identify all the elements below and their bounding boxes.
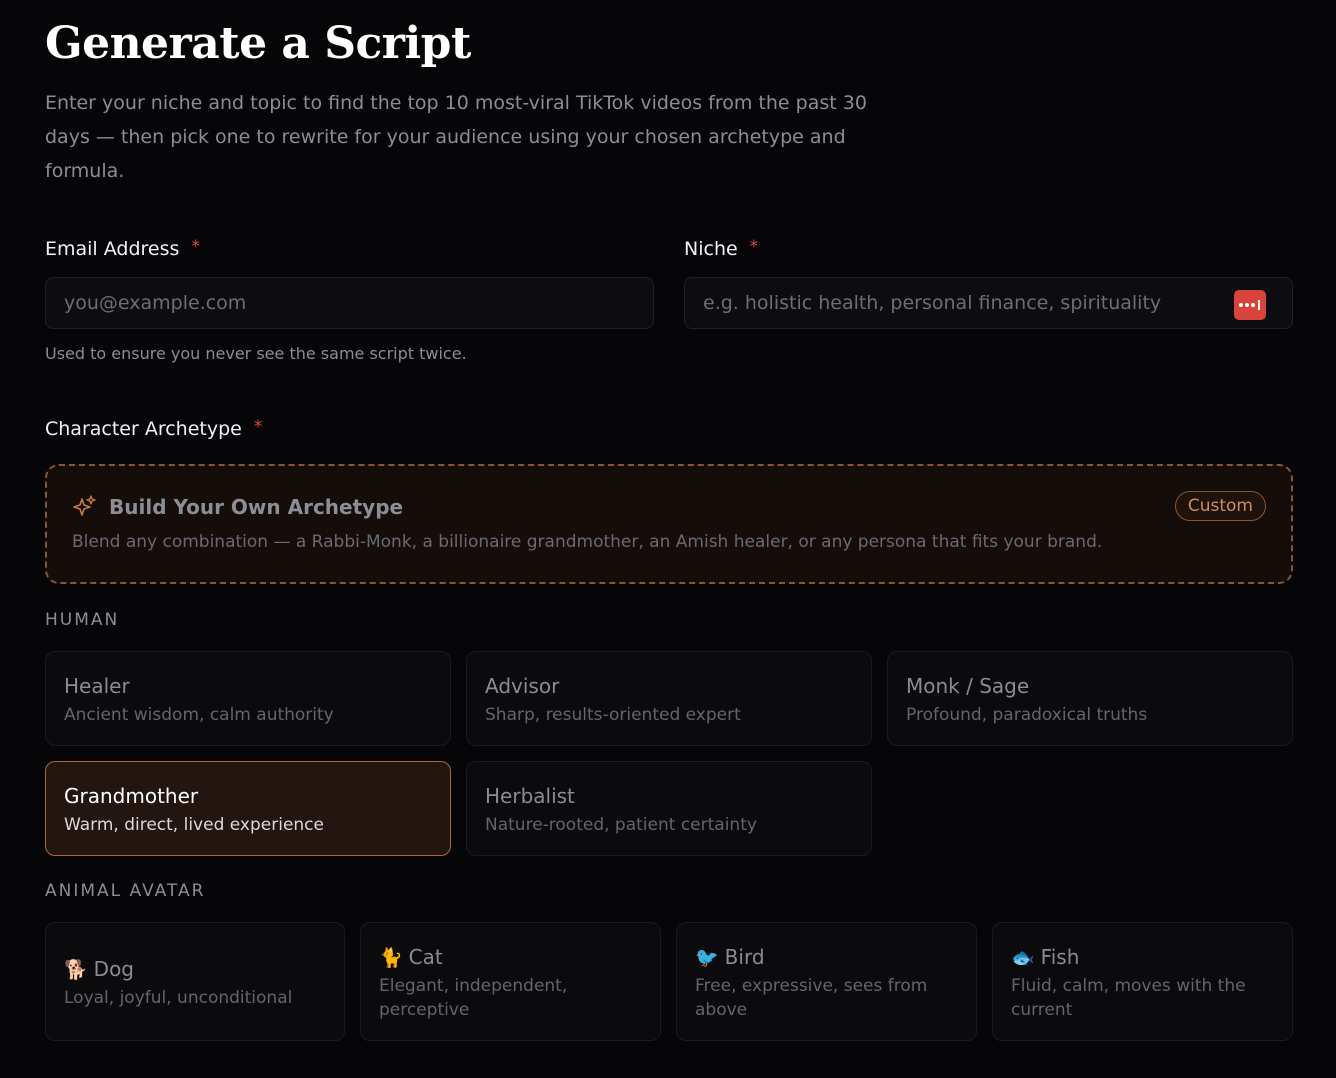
animal-card-fish[interactable]: 🐟 Fish Fluid, calm, moves with the curren…	[992, 922, 1293, 1041]
email-field[interactable]	[46, 278, 653, 328]
page-subtitle: Enter your niche and topic to find the t…	[45, 92, 867, 182]
custom-badge: Custom	[1174, 491, 1266, 521]
animal-title: 🐦 Bird	[695, 945, 765, 969]
bird-icon: 🐦	[695, 947, 719, 969]
animal-title: 🐈 Cat	[379, 945, 443, 969]
archetype-card-advisor[interactable]: Advisor Sharp, results-oriented expert	[466, 651, 872, 746]
archetype-card-herbalist[interactable]: Herbalist Nature-rooted, patient certain…	[466, 761, 872, 856]
archetype-card-healer[interactable]: Healer Ancient wisdom, calm authority	[45, 651, 451, 746]
animal-card-cat[interactable]: 🐈 Cat Elegant, independent, perceptive	[360, 922, 661, 1041]
archetype-title: Monk / Sage	[906, 674, 1030, 698]
custom-archetype-description: Blend any combination — a Rabbi-Monk, a …	[72, 532, 1103, 552]
archetype-card-grandmother[interactable]: Grandmother Warm, direct, lived experien…	[45, 761, 451, 856]
custom-archetype-title: Build Your Own Archetype	[109, 495, 404, 519]
archetype-label-text: Character Archetype	[45, 418, 242, 440]
animal-card-dog[interactable]: 🐕 Dog Loyal, joyful, unconditional	[45, 922, 345, 1041]
email-label: Email Address *	[45, 237, 200, 260]
animal-title-text: Dog	[93, 957, 135, 981]
archetype-description: Warm, direct, lived experience	[64, 815, 324, 835]
animal-title: 🐟 Fish	[1011, 945, 1079, 969]
animal-description: Elegant, independent, perceptive	[379, 976, 568, 1020]
animal-title: 🐕 Dog	[64, 957, 134, 981]
niche-label: Niche *	[684, 237, 759, 260]
build-your-own-archetype-card[interactable]: Build Your Own Archetype Blend any combi…	[45, 464, 1293, 584]
archetype-description: Ancient wisdom, calm authority	[64, 705, 334, 725]
email-label-text: Email Address	[45, 238, 180, 260]
archetype-label: Character Archetype *	[45, 417, 263, 440]
archetype-description: Nature-rooted, patient certainty	[485, 815, 757, 835]
animal-title-text: Cat	[408, 945, 443, 969]
email-hint: Used to ensure you never see the same sc…	[45, 344, 467, 363]
dog-icon: 🐕	[64, 959, 88, 981]
password-manager-icon[interactable]	[1234, 290, 1266, 320]
human-section-label: HUMAN	[45, 610, 120, 630]
animal-description: Fluid, calm, moves with the current	[1011, 976, 1246, 1020]
animal-description: Free, expressive, sees from above	[695, 976, 928, 1020]
archetype-description: Sharp, results-oriented expert	[485, 705, 741, 725]
animal-card-bird[interactable]: 🐦 Bird Free, expressive, sees from above	[676, 922, 977, 1041]
archetype-card-monk-sage[interactable]: Monk / Sage Profound, paradoxical truths	[887, 651, 1293, 746]
animal-title-text: Fish	[1040, 945, 1080, 969]
cat-icon: 🐈	[379, 947, 403, 969]
fish-icon: 🐟	[1011, 947, 1035, 969]
email-field-wrapper	[45, 277, 654, 329]
sparkles-icon	[73, 495, 96, 516]
niche-label-text: Niche	[684, 238, 738, 260]
required-asterisk: *	[749, 237, 759, 257]
niche-field-wrapper	[684, 277, 1293, 329]
required-asterisk: *	[191, 237, 200, 257]
niche-field[interactable]	[685, 278, 1292, 328]
page-title: Generate a Script	[45, 18, 471, 69]
archetype-title: Grandmother	[64, 784, 199, 808]
animal-description: Loyal, joyful, unconditional	[64, 988, 293, 1008]
archetype-description: Profound, paradoxical truths	[906, 705, 1148, 725]
animal-section-label: ANIMAL AVATAR	[45, 881, 206, 901]
archetype-title: Healer	[64, 674, 130, 698]
animal-title-text: Bird	[724, 945, 765, 969]
required-asterisk: *	[253, 417, 263, 437]
archetype-title: Herbalist	[485, 784, 575, 808]
archetype-title: Advisor	[485, 674, 560, 698]
